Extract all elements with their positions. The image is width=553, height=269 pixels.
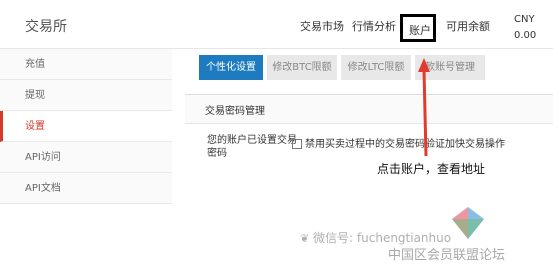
annotation-text: 点击账户，查看地址 bbox=[377, 162, 486, 176]
forum-watermark: 中国区会员联盟论坛 bbox=[388, 248, 506, 263]
arrow-head bbox=[418, 58, 430, 72]
watermark-logo-icon bbox=[452, 207, 484, 239]
wechat-icon: ❦ bbox=[300, 232, 310, 245]
arrow-shaft bbox=[422, 69, 428, 157]
wechat-id: 微信号: fuchengtianhuo bbox=[313, 231, 452, 245]
